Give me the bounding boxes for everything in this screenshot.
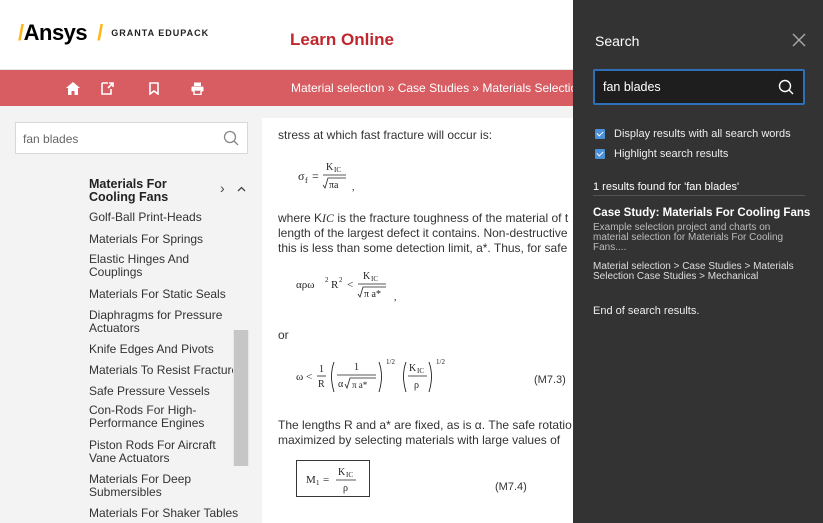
ansys-logo: /Ansys — [18, 20, 88, 45]
svg-text:IC: IC — [371, 275, 378, 283]
svg-text:IC: IC — [334, 166, 341, 174]
brand-logo[interactable]: /Ansys / GRANTA EDUPACK — [18, 20, 209, 46]
search-result-title[interactable]: Case Study: Materials For Cooling Fans — [593, 207, 810, 219]
search-panel-title: Search — [595, 33, 640, 49]
sidebar-item[interactable]: Materials For Deep Submersibles — [89, 473, 209, 499]
sidebar-item[interactable]: Materials For Static Seals — [89, 288, 239, 301]
print-icon[interactable] — [186, 77, 208, 99]
search-panel: Search fan blades Display results with a… — [573, 0, 823, 523]
svg-text:<: < — [306, 371, 312, 383]
svg-text:1: 1 — [319, 364, 324, 375]
sidebar-item[interactable]: Elastic Hinges And Couplings — [89, 253, 209, 279]
svg-text:ρ: ρ — [343, 483, 348, 494]
sidebar-item[interactable]: Diaphragms for Pressure Actuators — [89, 309, 229, 335]
sidebar-item[interactable]: Golf-Ball Print-Heads — [89, 211, 239, 224]
home-icon[interactable] — [62, 77, 84, 99]
svg-text:R: R — [318, 379, 325, 390]
equation-number: (M7.3) — [534, 374, 566, 386]
equation-fracture-stress: σ f = K IC πa , — [298, 158, 368, 198]
sidebar-search-input[interactable]: fan blades — [15, 122, 248, 154]
text-line: The lengths R and a* are fixed, as is α.… — [278, 418, 572, 432]
export-icon[interactable] — [96, 77, 118, 99]
text-line: where KIC is the fracture toughness of t… — [278, 211, 569, 225]
checkbox-checked-icon[interactable] — [595, 149, 605, 159]
svg-text:,: , — [394, 292, 397, 303]
chevron-right-icon[interactable]: › — [220, 180, 225, 196]
bookmark-icon[interactable] — [143, 77, 165, 99]
equation-m7-3: ω < 1 R 1 α π a* 1/2 K IC ρ 1/2 — [296, 354, 476, 402]
svg-text:2: 2 — [325, 276, 329, 284]
svg-text:<: < — [347, 279, 353, 291]
svg-text:1: 1 — [354, 362, 359, 373]
svg-text:f: f — [305, 176, 308, 185]
equation-number: (M7.4) — [495, 481, 527, 493]
chevron-up-icon[interactable] — [237, 179, 246, 197]
svg-text:=: = — [312, 169, 319, 183]
divider — [593, 195, 805, 196]
svg-text:ρ: ρ — [414, 380, 419, 391]
svg-text:σ: σ — [298, 169, 305, 183]
sidebar-item[interactable]: Con-Rods For High-Performance Engines — [89, 404, 224, 430]
svg-text:IC: IC — [346, 471, 353, 479]
svg-text:1/2: 1/2 — [436, 358, 445, 366]
option-highlight[interactable]: Highlight search results — [595, 148, 728, 160]
svg-text:ω: ω — [296, 371, 303, 383]
text-line: length of the largest defect it contains… — [278, 226, 568, 240]
svg-text:,: , — [352, 182, 355, 193]
option-all-words[interactable]: Display results with all search words — [595, 128, 791, 140]
svg-text:αρω: αρω — [296, 279, 315, 291]
sidebar-item[interactable]: Safe Pressure Vessels — [89, 385, 239, 398]
results-count: 1 results found for 'fan blades' — [593, 181, 740, 193]
text-line: maximized by selecting materials with la… — [278, 433, 561, 447]
sidebar-item[interactable]: Knife Edges And Pivots — [89, 343, 239, 356]
svg-text:α: α — [338, 379, 344, 390]
search-input[interactable]: fan blades — [593, 69, 805, 105]
svg-text:M: M — [306, 474, 316, 486]
svg-text:πa: πa — [329, 180, 339, 191]
search-icon[interactable] — [778, 79, 794, 100]
svg-text:K: K — [409, 363, 417, 374]
sidebar-item[interactable]: Materials For Springs — [89, 233, 239, 246]
breadcrumb[interactable]: Material selection » Case Studies » Mate… — [291, 81, 584, 95]
close-icon[interactable] — [790, 31, 808, 49]
sidebar-item[interactable]: Piston Rods For Aircraft Vane Actuators — [89, 439, 224, 465]
granta-edupack-label: GRANTA EDUPACK — [111, 28, 210, 38]
svg-text:K: K — [363, 271, 371, 282]
search-result-path: Material selection > Case Studies > Mate… — [593, 261, 794, 282]
equation-m7-4: M 1 = K IC ρ — [296, 460, 376, 504]
svg-text:K: K — [338, 467, 346, 478]
svg-text:1/2: 1/2 — [386, 358, 395, 366]
svg-text:=: = — [323, 474, 329, 486]
svg-text:K: K — [326, 162, 334, 173]
svg-text:IC: IC — [417, 367, 424, 375]
text-line: this is less than some detection limit, … — [278, 241, 568, 255]
sidebar-item[interactable]: Materials To Resist Fracture — [89, 364, 239, 377]
checkbox-checked-icon[interactable] — [595, 129, 605, 139]
sidebar-item-cooling-fans[interactable]: Materials For Cooling Fans — [89, 178, 209, 204]
text-line: or — [278, 328, 289, 342]
text-line: stress at which fast fracture will occur… — [278, 128, 493, 142]
equation-inequality: αρω 2 R 2 < K IC π a* , — [296, 266, 426, 310]
sidebar-scrollbar-thumb[interactable] — [234, 330, 248, 466]
sidebar-item[interactable]: Materials For Shaker Tables — [89, 507, 239, 520]
svg-text:R: R — [331, 279, 339, 291]
svg-text:2: 2 — [339, 276, 343, 284]
search-result-description: Example selection project and charts on … — [593, 222, 784, 253]
svg-text:1: 1 — [316, 479, 320, 487]
page-title: Learn Online — [290, 30, 394, 49]
search-icon[interactable] — [223, 130, 239, 151]
svg-text:π a*: π a* — [352, 380, 368, 390]
document-page: stress at which fast fracture will occur… — [262, 118, 573, 523]
end-of-results: End of search results. — [593, 305, 700, 317]
svg-text:π a*: π a* — [364, 289, 381, 300]
